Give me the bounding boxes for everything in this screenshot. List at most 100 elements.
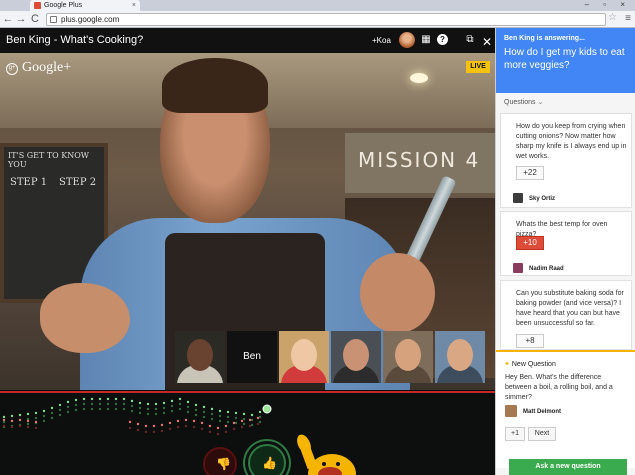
applause-dot	[18, 413, 22, 417]
tab-close-icon[interactable]: ×	[132, 0, 136, 11]
applause-dot	[202, 405, 206, 409]
applause-dot	[106, 407, 110, 411]
participant-thumbnail[interactable]	[331, 331, 381, 383]
applause-dot	[18, 424, 22, 428]
applause-dot	[234, 416, 238, 420]
applause-dot	[250, 413, 254, 417]
questions-dropdown[interactable]: Questions ⌄	[504, 98, 543, 106]
video-lamp	[410, 73, 428, 83]
applause-dot	[176, 425, 180, 429]
applause-dot	[242, 422, 246, 426]
applause-dot	[82, 397, 86, 401]
dislike-button[interactable]: 👎	[203, 447, 237, 475]
author-name: Sky Ortiz	[529, 196, 556, 202]
new-question-author: Matt Delmont	[505, 405, 561, 417]
apps-grid-icon[interactable]: ▦	[420, 34, 432, 46]
applause-dot	[136, 428, 140, 432]
back-icon[interactable]: ←	[2, 12, 14, 26]
current-question-header: Ben King is answering... How do I get my…	[496, 28, 635, 93]
popout-icon[interactable]: ⧉	[464, 34, 476, 46]
question-card: Whats the best temp for oven pizza? +10 …	[500, 211, 632, 276]
applause-dot	[178, 397, 182, 401]
applause-dot	[66, 410, 70, 414]
applause-dot	[170, 404, 174, 408]
applause-dot	[146, 402, 150, 406]
applause-dot	[2, 424, 6, 428]
participant-thumbnail[interactable]	[383, 331, 433, 383]
google-plus-logo: g+ Google+	[6, 60, 71, 76]
vote-button[interactable]: +22	[516, 166, 544, 180]
applause-dot	[192, 419, 196, 423]
applause-dot	[10, 425, 14, 429]
ask-new-question-button[interactable]: Ask a new question	[509, 459, 627, 475]
applause-dot	[90, 402, 94, 406]
applause-dot	[82, 407, 86, 411]
applause-dot	[200, 421, 204, 425]
user-profile-link[interactable]: +Koa	[372, 36, 391, 45]
applause-dot	[224, 424, 228, 428]
bookmark-star-icon[interactable]: ☆	[608, 12, 617, 23]
applause-dot	[258, 410, 262, 414]
new-question-label: ✦ New Question	[504, 360, 556, 368]
plus-one-button[interactable]: +1	[505, 427, 525, 441]
forward-icon[interactable]: →	[15, 12, 27, 26]
help-icon[interactable]: ?	[437, 34, 448, 45]
reload-icon[interactable]: C	[29, 12, 41, 26]
applause-dot	[58, 408, 62, 412]
close-icon[interactable]: ✕	[482, 35, 492, 49]
main-video[interactable]: IT'S GET TO KNOW YOU STEP 1 STEP 2 MISSI…	[0, 53, 495, 390]
question-text: Can you substitute baking soda for bakin…	[516, 290, 624, 327]
applause-dot	[122, 402, 126, 406]
vote-button[interactable]: +8	[516, 334, 544, 348]
vote-button[interactable]: +10	[516, 236, 544, 250]
participant-face	[187, 339, 213, 371]
like-button[interactable]: 👍	[248, 444, 286, 475]
participant-thumbnail[interactable]	[279, 331, 329, 383]
applause-dot	[176, 419, 180, 423]
participant-face	[447, 339, 473, 371]
applause-dot	[234, 411, 238, 415]
applause-dot	[184, 418, 188, 422]
live-badge: LIVE	[466, 61, 490, 73]
applause-dot	[256, 422, 260, 426]
applause-dot	[98, 397, 102, 401]
avatar	[513, 193, 523, 203]
participant-face	[395, 339, 421, 371]
window-controls[interactable]: – ▫ ×	[585, 0, 631, 10]
applause-dot	[168, 427, 172, 431]
applause-dot	[218, 409, 222, 413]
applause-dot	[168, 421, 172, 425]
google-plus-favicon-icon	[34, 2, 41, 9]
address-bar[interactable]: plus.google.com	[46, 13, 606, 26]
qa-panel: Ben King is answering... How do I get my…	[495, 28, 635, 475]
participant-thumbnail[interactable]	[175, 331, 225, 383]
browser-menu-icon[interactable]: ≡	[625, 13, 631, 24]
applause-dot	[2, 418, 6, 422]
next-button[interactable]: Next	[528, 427, 556, 441]
applause-dot	[90, 397, 94, 401]
avatar[interactable]	[399, 32, 415, 48]
applause-dot	[210, 407, 214, 411]
applause-dot	[186, 405, 190, 409]
applause-dot	[98, 402, 102, 406]
browser-tab[interactable]: Google Plus ×	[30, 0, 140, 11]
participant-thumbnail[interactable]	[435, 331, 485, 383]
browser-toolbar: ← → C plus.google.com ☆ ≡	[0, 11, 635, 28]
applause-dot	[82, 402, 86, 406]
applause-dot	[232, 427, 236, 431]
applause-dot	[226, 410, 230, 414]
applause-dot	[240, 419, 244, 423]
applause-dot	[248, 424, 252, 428]
question-card: Can you substitute baking soda for bakin…	[500, 280, 632, 350]
applause-dot	[34, 416, 38, 420]
question-author: Sky Ortiz	[513, 193, 555, 203]
video-hand	[360, 253, 435, 333]
applause-dot	[226, 415, 230, 419]
applause-dot	[170, 399, 174, 403]
applause-dot	[90, 407, 94, 411]
participant-thumbnail[interactable]: Ben	[227, 331, 277, 383]
applause-dot	[210, 412, 214, 416]
applause-dot	[114, 407, 118, 411]
applause-dot	[42, 419, 46, 423]
page-icon	[50, 16, 57, 23]
